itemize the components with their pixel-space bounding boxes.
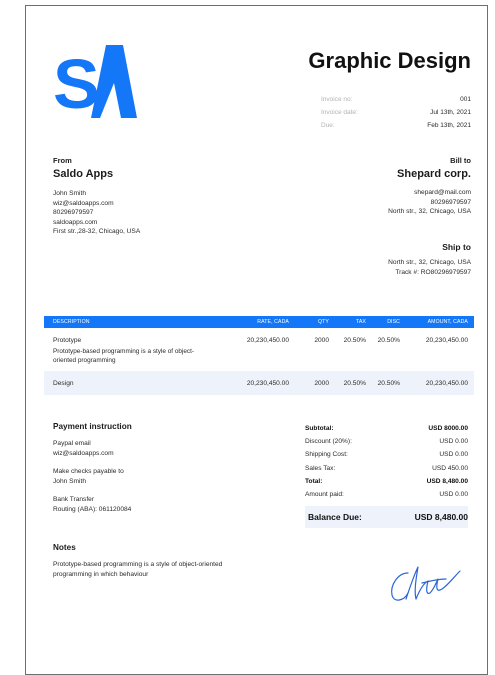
meta-label: Invoice date: [321, 109, 358, 116]
balance-due-label: Balance Due: [308, 512, 362, 523]
totals-value: USD 8,480.00 [426, 477, 468, 485]
totals-label: Total: [305, 477, 323, 485]
checks-group: Make checks payable to John Smith [53, 467, 253, 486]
routing-number: Routing (ABA): 061120084 [53, 505, 132, 513]
balance-due-row: Balance Due: USD 8,480.00 [305, 506, 468, 529]
bill-to-address: North str., 32, Chicago, USA [388, 208, 471, 215]
item-description: Prototype-based programming is a style o… [53, 348, 195, 364]
item-cell: Prototype Prototype-based programming is… [44, 337, 209, 371]
item-tax: 20.50% [343, 337, 366, 344]
checks-label: Make checks payable to [53, 468, 124, 475]
item-qty: 2000 [314, 379, 329, 387]
paypal-group: Paypal email wiz@saldoapps.com [53, 439, 253, 458]
discount-row: Discount (20%): USD 0.00 [305, 435, 468, 448]
notes-text: Prototype-based programming is a style o… [53, 561, 223, 578]
ship-to-section: Ship to North str., 32, Chicago, USA Tra… [251, 242, 471, 277]
bill-to-section: Bill to Shepard corp. shepard@mail.com 8… [251, 156, 471, 217]
notes-section: Notes Prototype-based programming is a s… [53, 543, 253, 579]
totals-value: USD 0.00 [439, 451, 468, 459]
bill-to-details: shepard@mail.com 80296979597 North str.,… [251, 188, 471, 217]
invoice-page: S Graphic Design Invoice no: 001 Invoice… [25, 5, 488, 675]
totals-label: Subtotal: [305, 425, 334, 433]
meta-label: Invoice no: [321, 96, 353, 103]
totals-section: Subtotal: USD 8000.00 Discount (20%): US… [305, 422, 468, 529]
from-website: saldoapps.com [53, 218, 98, 226]
header-rate: RATE, CADA [257, 319, 289, 325]
from-company-name: Saldo Apps [53, 168, 114, 180]
bill-to-company-name: Shepard corp. [397, 168, 471, 180]
paypal-label: Paypal email [53, 440, 91, 447]
ship-to-address: North str., 32, Chicago, USA [388, 259, 471, 266]
invoice-number-row: Invoice no: 001 [321, 93, 471, 106]
bill-to-email: shepard@mail.com [414, 189, 471, 196]
shipping-row: Shipping Cost: USD 0.00 [305, 448, 468, 461]
paypal-email: wiz@saldoapps.com [53, 449, 114, 457]
bank-transfer-group: Bank Transfer Routing (ABA): 061120084 [53, 495, 253, 514]
totals-value: USD 0.00 [439, 491, 468, 499]
ship-to-heading: Ship to [442, 242, 471, 252]
item-name: Design [53, 379, 74, 387]
header-disc: DISC [387, 319, 400, 325]
header-amount: AMOUNT, CADA [427, 319, 468, 325]
ship-to-tracking: Track #: RO80296979597 [395, 268, 471, 276]
item-name: Prototype [53, 337, 82, 344]
balance-due-value: USD 8,480.00 [414, 512, 468, 523]
bill-to-phone: 80296979597 [430, 198, 471, 206]
header-description: DESCRIPTION [53, 319, 90, 325]
header-tax: TAX [355, 319, 366, 325]
notes-heading: Notes [53, 543, 76, 552]
from-email: wiz@saldoapps.com [53, 199, 114, 207]
sales-tax-row: Sales Tax: USD 450.00 [305, 462, 468, 475]
bill-to-heading: Bill to [450, 156, 471, 165]
totals-label: Sales Tax: [305, 464, 336, 472]
item-qty: 2000 [314, 337, 329, 344]
item-amount: 20,230,450.00 [425, 337, 468, 344]
signature-icon [391, 566, 461, 601]
totals-value: USD 8000.00 [428, 425, 468, 433]
table-row: Design 20,230,450.00 2000 20.50% 20.50% … [44, 371, 474, 395]
item-disc: 20.50% [377, 379, 400, 387]
meta-value: Feb 13th, 2021 [427, 122, 471, 129]
meta-value: Jul 13th, 2021 [430, 109, 471, 116]
from-address: First str.,28-32, Chicago, USA [53, 228, 141, 235]
ship-to-details: North str., 32, Chicago, USA Track #: RO… [251, 258, 471, 277]
payment-heading: Payment instruction [53, 422, 132, 431]
line-items-table: DESCRIPTION RATE, CADA QTY TAX DISC AMOU… [44, 316, 474, 395]
from-contact-name: John Smith [53, 190, 86, 197]
item-rate: 20,230,450.00 [246, 379, 289, 387]
invoice-title: Graphic Design [308, 48, 471, 73]
totals-value: USD 450.00 [432, 464, 468, 472]
item-rate: 20,230,450.00 [246, 337, 289, 344]
meta-value: 001 [460, 96, 471, 103]
from-heading: From [53, 156, 72, 165]
table-header: DESCRIPTION RATE, CADA QTY TAX DISC AMOU… [44, 316, 474, 328]
totals-label: Discount (20%): [305, 438, 352, 446]
payment-instruction-section: Payment instruction Paypal email wiz@sal… [53, 422, 253, 523]
table-row: Prototype Prototype-based programming is… [44, 328, 474, 371]
totals-label: Shipping Cost: [305, 451, 348, 459]
item-disc: 20.50% [377, 337, 400, 344]
totals-label: Amount paid: [305, 491, 344, 499]
from-details: John Smith wiz@saldoapps.com 80296979597… [53, 189, 253, 237]
invoice-date-row: Invoice date: Jul 13th, 2021 [321, 106, 471, 119]
checks-payee: John Smith [53, 477, 86, 485]
saldo-logo-icon: S [53, 45, 137, 123]
bank-transfer-label: Bank Transfer [53, 496, 95, 503]
from-phone: 80296979597 [53, 209, 94, 216]
item-tax: 20.50% [343, 379, 366, 387]
amount-paid-row: Amount paid: USD 0.00 [305, 488, 468, 501]
item-amount: 20,230,450.00 [425, 379, 468, 387]
from-section: From Saldo Apps John Smith wiz@saldoapps… [53, 156, 253, 237]
subtotal-row: Subtotal: USD 8000.00 [305, 422, 468, 435]
totals-value: USD 0.00 [439, 438, 468, 446]
header-qty: QTY [318, 319, 329, 325]
meta-label: Due: [321, 122, 335, 129]
due-date-row: Due: Feb 13th, 2021 [321, 119, 471, 132]
invoice-meta: Invoice no: 001 Invoice date: Jul 13th, … [321, 93, 471, 132]
total-row: Total: USD 8,480.00 [305, 475, 468, 488]
